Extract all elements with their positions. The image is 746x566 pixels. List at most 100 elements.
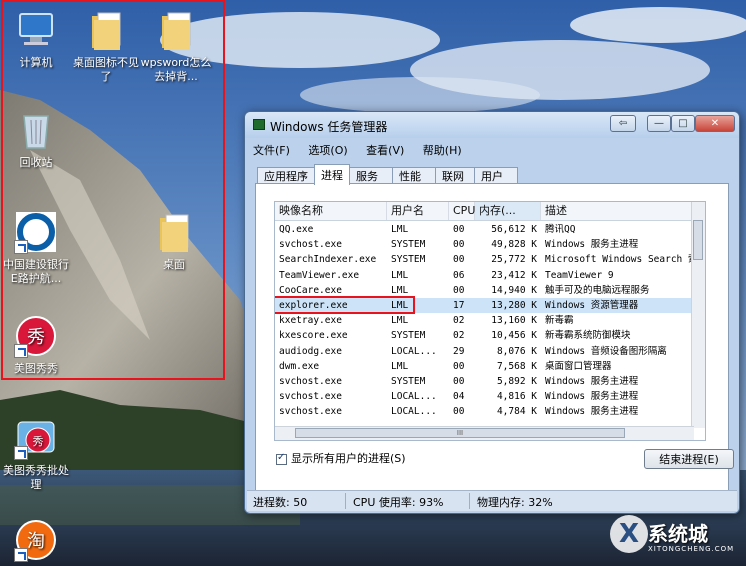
desktop-icon-recycle-bin[interactable]: 回收站 bbox=[0, 108, 72, 170]
desktop-icon-folder-missing[interactable]: 桌面图标不见了 bbox=[70, 8, 142, 84]
desktop-icon-ccb[interactable]: 中国建设银行E路护航... bbox=[0, 210, 72, 286]
minimize-button[interactable]: — bbox=[647, 115, 671, 132]
bank-icon bbox=[14, 210, 58, 254]
cell-desc: Windows 服务主进程 bbox=[545, 406, 639, 418]
cell-name: kxetray.exe bbox=[279, 315, 342, 327]
cell-mem: 5,892 K bbox=[496, 376, 537, 387]
horizontal-scrollbar[interactable]: III bbox=[275, 426, 694, 440]
cell-cpu: 00 bbox=[453, 360, 465, 372]
table-row[interactable]: svchost.exe LOCAL... 04 4,816 K Windows 服务主进… bbox=[275, 389, 705, 404]
show-all-users-row[interactable]: 显示所有用户的进程(S) bbox=[276, 450, 406, 466]
cell-mem: 56,612 K bbox=[491, 224, 537, 235]
cell-desc: TeamViewer 9 bbox=[545, 269, 614, 281]
desktop-icon-wpsword[interactable]: wpsword怎么去掉背... bbox=[140, 8, 212, 84]
desktop-icon-computer[interactable]: 计算机 bbox=[0, 8, 72, 70]
cell-name: QQ.exe bbox=[279, 224, 314, 235]
desktop-icon-meitu-batch[interactable]: 秀 美图秀秀批处理 bbox=[0, 416, 72, 492]
table-row[interactable]: explorer.exe LML 17 13,280 K Windows 资源管理器 bbox=[275, 296, 705, 314]
show-all-users-checkbox[interactable] bbox=[276, 452, 287, 465]
cell-user: LOCAL... bbox=[391, 406, 437, 418]
desktop-icon-taobao[interactable]: 淘 bbox=[0, 518, 72, 566]
cell-desc: Windows 资源管理器 bbox=[545, 300, 639, 311]
cell-name: SearchIndexer.exe bbox=[279, 254, 377, 266]
table-row[interactable]: kxescore.exe SYSTEM 02 10,456 K 新毒霸系统防御模块 bbox=[275, 328, 705, 343]
cell-user: LML bbox=[391, 224, 409, 235]
taobao-icon: 淘 bbox=[14, 518, 58, 562]
svg-text:秀: 秀 bbox=[33, 435, 44, 448]
cell-name: TeamViewer.exe bbox=[279, 269, 360, 281]
processes-panel: 映像名称 用户名 CPU 内存(... 描述 QQ.exe LML 00 56,612… bbox=[255, 183, 734, 493]
table-row[interactable]: audiodg.exe LOCAL... 29 8,076 K Windows 音频设备… bbox=[275, 344, 705, 359]
table-row[interactable]: TeamViewer.exe LML 06 23,412 K TeamViewer 9 bbox=[275, 268, 705, 283]
menu-bar: 文件(F) 选项(O) 查看(V) 帮助(H) bbox=[249, 140, 735, 158]
end-process-button[interactable]: 结束进程(E) bbox=[644, 449, 734, 469]
cell-user: SYSTEM bbox=[391, 330, 426, 342]
cell-name: kxescore.exe bbox=[279, 330, 348, 342]
menu-view[interactable]: 查看(V) bbox=[362, 140, 408, 160]
vertical-scrollbar[interactable] bbox=[691, 202, 705, 428]
cell-mem: 23,412 K bbox=[491, 269, 537, 281]
cell-name: svchost.exe bbox=[279, 406, 342, 418]
cell-mem: 13,160 K bbox=[491, 315, 537, 327]
desktop-icon-label: 中国建设银行E路护航... bbox=[3, 258, 69, 285]
row-highlight bbox=[275, 296, 415, 314]
status-process-count: 进程数: 50 bbox=[253, 496, 308, 509]
menu-file[interactable]: 文件(F) bbox=[249, 140, 294, 160]
table-row[interactable]: svchost.exe SYSTEM 00 5,892 K Windows 服务主进程 bbox=[275, 374, 705, 389]
cell-cpu: 02 bbox=[453, 330, 465, 342]
table-row[interactable]: QQ.exe LML 00 56,612 K 腾讯QQ bbox=[275, 222, 705, 237]
process-list: 映像名称 用户名 CPU 内存(... 描述 QQ.exe LML 00 56,612… bbox=[274, 201, 706, 441]
show-all-users-label: 显示所有用户的进程(S) bbox=[291, 452, 406, 465]
status-bar: 进程数: 50 CPU 使用率: 93% 物理内存: 32% bbox=[247, 490, 737, 511]
menu-help[interactable]: 帮助(H) bbox=[419, 140, 466, 160]
cell-user: LOCAL... bbox=[391, 391, 437, 403]
cell-user: SYSTEM bbox=[391, 376, 426, 387]
cell-name: svchost.exe bbox=[279, 376, 342, 387]
process-list-header: 映像名称 用户名 CPU 内存(... 描述 bbox=[275, 202, 705, 221]
back-button[interactable]: ⇦ bbox=[610, 115, 636, 132]
desktop-icon-label: 回收站 bbox=[19, 156, 53, 169]
cell-cpu: 17 bbox=[453, 300, 465, 311]
cell-mem: 4,816 K bbox=[496, 391, 537, 403]
desktop-icon-desktop-folder[interactable]: 桌面 bbox=[138, 210, 210, 272]
table-row[interactable]: svchost.exe SYSTEM 00 49,828 K Windows 服务主进程 bbox=[275, 237, 705, 252]
cell-mem: 14,940 K bbox=[491, 284, 537, 296]
status-cpu-usage: CPU 使用率: 93% bbox=[353, 496, 444, 509]
watermark-subtitle: XITONGCHENG.COM bbox=[648, 545, 735, 553]
menu-options[interactable]: 选项(O) bbox=[304, 140, 351, 160]
horizontal-scroll-thumb[interactable]: III bbox=[295, 428, 625, 438]
status-memory-usage: 物理内存: 32% bbox=[477, 496, 553, 509]
table-row[interactable]: kxetray.exe LML 02 13,160 K 新毒霸 bbox=[275, 313, 705, 328]
column-cpu[interactable]: CPU bbox=[449, 202, 475, 220]
desktop-icon-meitu[interactable]: 秀 美图秀秀 bbox=[0, 314, 72, 376]
shortcut-arrow-icon bbox=[14, 240, 28, 254]
column-user-name[interactable]: 用户名 bbox=[387, 202, 449, 220]
cell-user: LML bbox=[391, 360, 409, 372]
task-manager-window: Windows 任务管理器 ⇦ — □ ✕ 文件(F) 选项(O) 查看(V) … bbox=[244, 111, 740, 514]
table-row[interactable]: SearchIndexer.exe SYSTEM 00 25,772 K Microso… bbox=[275, 252, 705, 267]
column-memory[interactable]: 内存(... bbox=[475, 202, 541, 220]
cell-cpu: 00 bbox=[453, 406, 465, 418]
cell-cpu: 00 bbox=[453, 254, 465, 266]
desktop-icon-label: 美图秀秀批处理 bbox=[3, 464, 69, 491]
computer-icon bbox=[14, 8, 58, 52]
title-bar[interactable]: Windows 任务管理器 ⇦ — □ ✕ bbox=[245, 112, 739, 138]
cell-mem: 25,772 K bbox=[491, 254, 537, 266]
maximize-button[interactable]: □ bbox=[671, 115, 695, 132]
column-description[interactable]: 描述 bbox=[541, 202, 694, 220]
window-title: Windows 任务管理器 bbox=[270, 120, 388, 134]
cell-desc: 腾讯QQ bbox=[545, 224, 576, 235]
table-row[interactable]: svchost.exe LOCAL... 00 4,784 K Windows 服务主进… bbox=[275, 404, 705, 419]
cell-cpu: 00 bbox=[453, 224, 465, 235]
cell-desc: 新毒霸系统防御模块 bbox=[545, 330, 631, 342]
close-button[interactable]: ✕ bbox=[695, 115, 735, 132]
cell-name: svchost.exe bbox=[279, 239, 342, 251]
desktop-icon-label: wpsword怎么去掉背... bbox=[140, 56, 212, 83]
column-image-name[interactable]: 映像名称 bbox=[275, 202, 387, 220]
vertical-scroll-thumb[interactable] bbox=[693, 220, 703, 260]
table-row[interactable]: dwm.exe LML 00 7,568 K 桌面窗口管理器 bbox=[275, 359, 705, 374]
status-divider bbox=[469, 493, 470, 509]
tab-processes[interactable]: 进程 bbox=[314, 164, 350, 185]
cell-desc: 桌面窗口管理器 bbox=[545, 360, 612, 372]
cell-desc: 触手可及的电脑远程服务 bbox=[545, 284, 650, 296]
